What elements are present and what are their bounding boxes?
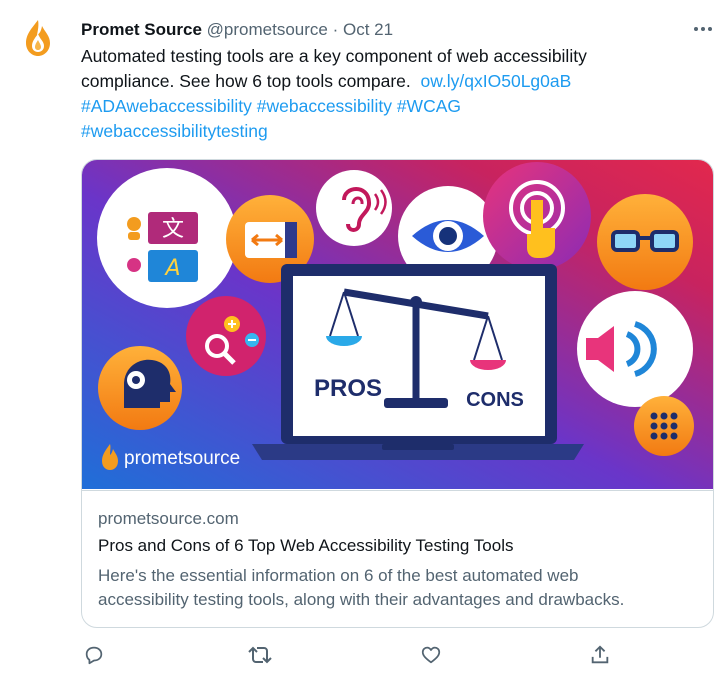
card-description-line1: Here's the essential information on 6 of… [98, 566, 579, 585]
card-domain: prometsource.com [98, 509, 239, 528]
hashtag[interactable]: #WCAG [397, 96, 461, 116]
card-title: Pros and Cons of 6 Top Web Accessibility… [98, 536, 514, 555]
tweet-link[interactable]: ow.ly/qxIO50Lg0aB [421, 71, 572, 91]
lang-glyph-latin: A [163, 256, 180, 281]
share-button[interactable] [587, 642, 613, 668]
tweet-header: Promet Source @prometsource · Oct 21 [81, 20, 393, 40]
retweet-button[interactable] [247, 642, 273, 668]
lang-glyph-chinese: 文 [162, 217, 184, 242]
separator-dot: · [332, 20, 339, 39]
card-description-line2: accessibility testing tools, along with … [98, 590, 625, 609]
brand-wordmark: prometsource [124, 448, 240, 469]
card-body[interactable]: prometsource.com Pros and Cons of 6 Top … [82, 490, 713, 627]
action-bar [81, 642, 641, 668]
hashtag[interactable]: #ADAwebaccessibility [81, 96, 252, 116]
author-handle[interactable]: @prometsource [207, 20, 328, 39]
hashtag[interactable]: #webaccessibilitytesting [81, 121, 268, 141]
pros-label: PROS [314, 375, 382, 402]
cons-label: CONS [466, 389, 524, 411]
retweet-icon [248, 646, 272, 664]
more-options-icon[interactable] [690, 16, 716, 42]
share-icon [591, 645, 609, 664]
tweet-date[interactable]: Oct 21 [343, 20, 393, 39]
reply-icon [85, 646, 103, 665]
reply-button[interactable] [81, 642, 107, 668]
tweet-text-line1: Automated testing tools are a key compon… [81, 46, 587, 66]
heart-icon [421, 646, 441, 664]
author-name[interactable]: Promet Source [81, 20, 202, 39]
card-image[interactable]: 文 A PROS CONS prometsource [82, 160, 713, 489]
link-card[interactable]: 文 A PROS CONS prometsource prometsource.… [81, 159, 714, 628]
avatar[interactable] [14, 14, 62, 62]
flame-logo-icon [26, 20, 50, 56]
like-button[interactable] [418, 642, 444, 668]
card-description: Here's the essential information on 6 of… [98, 564, 698, 612]
hashtag[interactable]: #webaccessibility [257, 96, 392, 116]
tweet-text-line2: compliance. See how 6 top tools compare. [81, 71, 411, 91]
tweet-text: Automated testing tools are a key compon… [81, 44, 706, 144]
